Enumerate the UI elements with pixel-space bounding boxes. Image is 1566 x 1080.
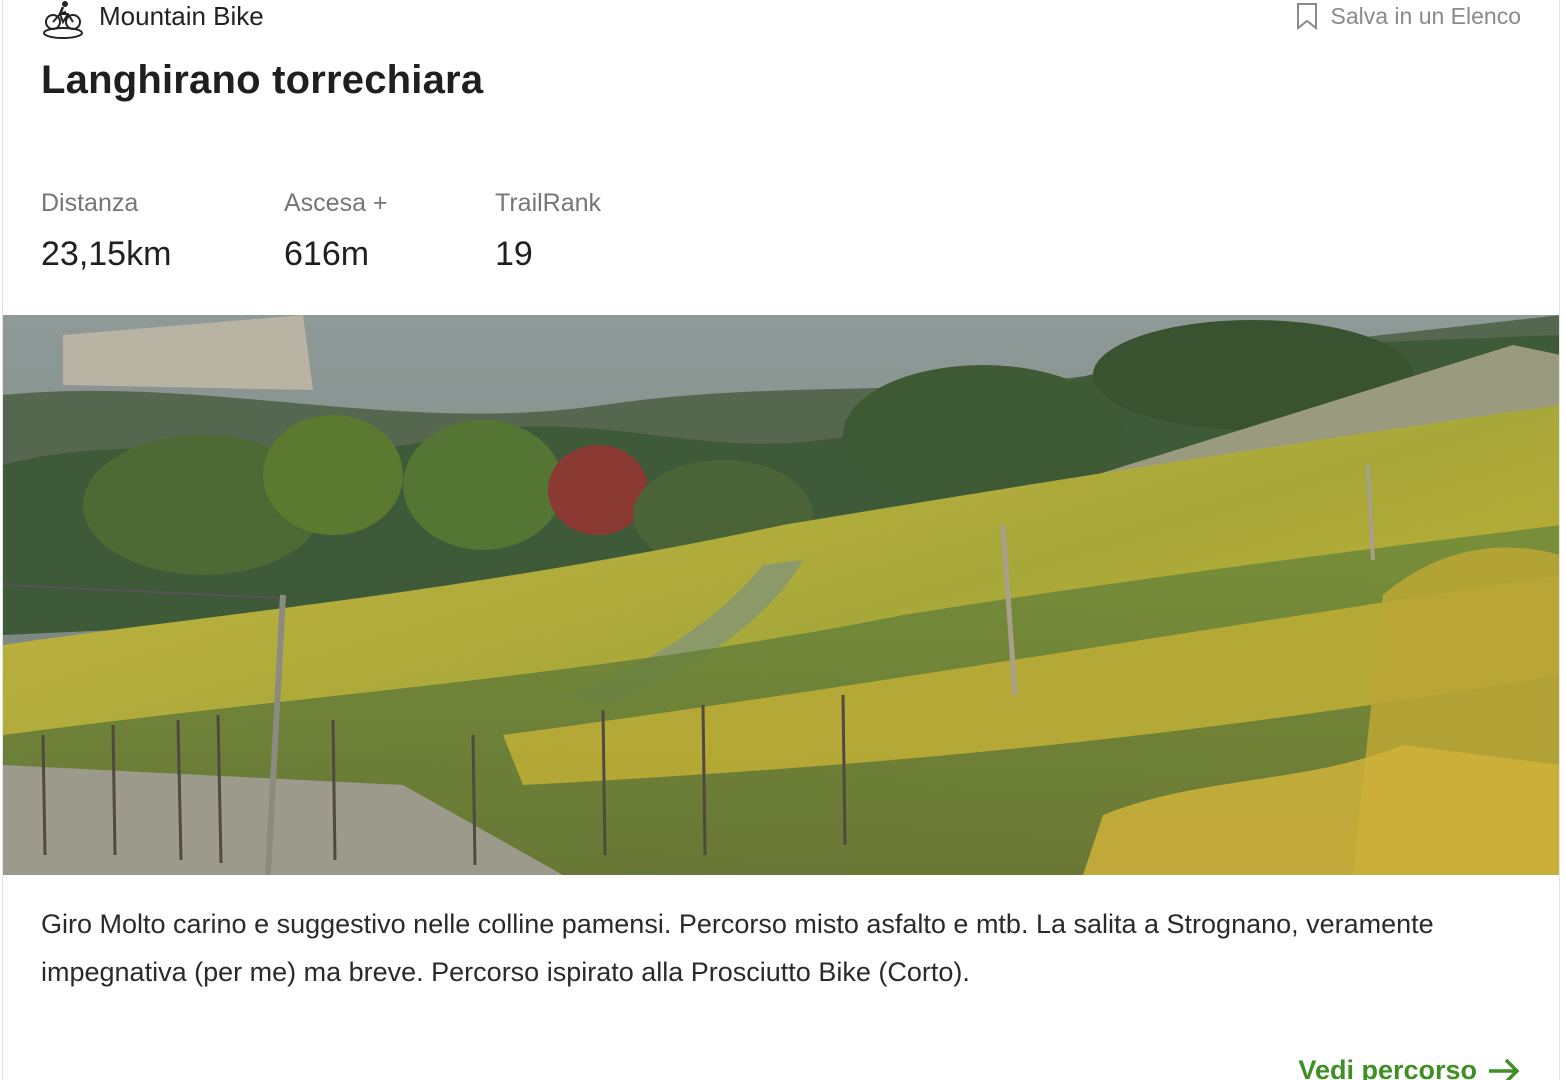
stat-trailrank-label: TrailRank (495, 189, 602, 217)
trail-stats: Distanza 23,15km Ascesa + 616m TrailRank… (41, 186, 695, 276)
view-route-label: Vedi percorso (1298, 1055, 1477, 1080)
stat-trailrank: TrailRank 19 (495, 186, 695, 276)
activity-type: Mountain Bike (41, 0, 264, 40)
trail-description: Giro Molto carino e suggestivo nelle col… (41, 909, 1434, 987)
stat-distance: Distanza 23,15km (41, 186, 284, 276)
save-to-list-label: Salva in un Elenco (1330, 2, 1521, 29)
mountain-bike-icon (43, 1, 83, 39)
trail-card: Mountain Bike Salva in un Elenco Langhir… (2, 0, 1560, 1080)
bookmark-icon (1297, 3, 1318, 30)
stat-distance-label: Distanza (41, 189, 139, 217)
trail-photo[interactable] (3, 315, 1560, 875)
stat-distance-value: 23,15km (41, 235, 172, 273)
stat-ascent-value: 616m (284, 235, 370, 273)
trail-title[interactable]: Langhirano torrechiara (41, 58, 483, 103)
view-route-link[interactable]: Vedi percorso (1298, 1055, 1521, 1080)
stat-ascent: Ascesa + 616m (284, 186, 495, 276)
arrow-right-icon (1489, 1058, 1520, 1080)
save-to-list-button[interactable]: Salva in un Elenco (1294, 0, 1521, 32)
stat-trailrank-value: 19 (495, 235, 533, 273)
stat-ascent-label: Ascesa + (284, 189, 388, 217)
activity-label: Mountain Bike (99, 1, 264, 31)
